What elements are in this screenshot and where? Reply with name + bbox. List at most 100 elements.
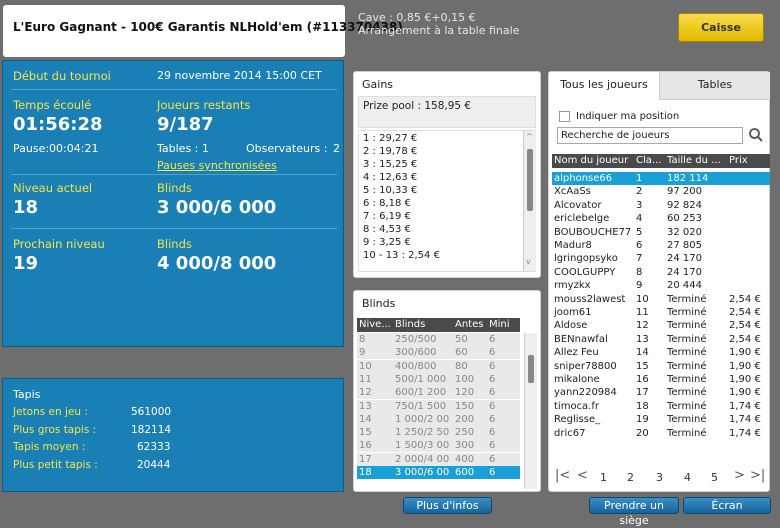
prize-row: 3 : 15,25 € [363, 159, 418, 170]
blinds-header: Nive... Blinds Antes Mini [357, 318, 520, 332]
page-5[interactable]: 5 [711, 471, 718, 484]
player-row[interactable]: BENnawfal 13 Terminé 2,54 € [552, 333, 770, 346]
prize-row: 9 : 3,25 € [363, 237, 411, 248]
cashier-button[interactable]: Caisse [678, 13, 764, 42]
blinds-row[interactable]: 13 750/1 500 150 6 [357, 399, 520, 413]
col-rank[interactable]: Cla... [636, 154, 661, 168]
col-blinds[interactable]: Blinds [395, 318, 425, 332]
prizes-scrollbar[interactable]: ^ v [523, 131, 536, 271]
elapsed-label: Temps écoulé [13, 98, 92, 112]
blinds-row[interactable]: 15 1 250/2 50 250 6 [357, 426, 520, 440]
blinds-row[interactable]: 12 600/1 200 120 6 [357, 386, 520, 400]
pause-label: Pause:00:04:21 [13, 142, 99, 155]
prize-pool: Prize pool : 158,95 € [363, 100, 472, 112]
take-seat-button[interactable]: Prendre un siège [589, 497, 679, 527]
player-cell: 16 [636, 374, 649, 385]
page-1[interactable]: 1 [600, 471, 607, 484]
screen-button[interactable]: Écran [683, 497, 771, 514]
player-row[interactable]: lgringopsyko 7 24 170 [552, 252, 770, 265]
blinds-row[interactable]: 11 500/1 000 100 6 [357, 372, 520, 386]
player-cell: 20 [636, 427, 649, 439]
first-page-button[interactable]: |< [555, 468, 570, 483]
stacks-panel: Tapis Jetons en jeu : 561000 Plus gros t… [2, 378, 344, 492]
stack-value: 182114 [131, 424, 172, 436]
player-cell: 20 444 [667, 280, 702, 292]
scroll-down-icon[interactable]: v [526, 257, 531, 266]
blinds-row[interactable]: 14 1 000/2 00 200 6 [357, 412, 520, 426]
player-row[interactable]: yann220984 17 Terminé 1,90 € [552, 386, 770, 399]
player-row[interactable]: BOUBOUCHE77 5 32 020 [552, 226, 770, 239]
blinds-cell: 600/1 200 [395, 387, 447, 399]
player-row[interactable]: timoca.fr 18 Terminé 1,74 € [552, 400, 770, 413]
player-row[interactable]: mouss2lawest 10 Terminé 2,54 € [552, 293, 770, 306]
player-cell: 27 805 [667, 240, 702, 251]
stack-label: Plus gros tapis : [13, 424, 97, 436]
player-cell: Aldose [554, 320, 588, 332]
player-row[interactable]: rmyzkx 9 20 444 [552, 279, 770, 292]
player-row[interactable]: joom61 11 Terminé 2,54 € [552, 306, 770, 319]
player-row[interactable]: sniper78800 15 Terminé 1,90 € [552, 360, 770, 373]
page-4[interactable]: 4 [684, 471, 691, 484]
player-row[interactable]: dric67 20 Terminé 1,74 € [552, 427, 770, 440]
prizes-list[interactable]: 1 : 29,27 € 2 : 19,78 € 3 : 15,25 € 4 : … [358, 130, 536, 272]
show-position-checkbox[interactable] [559, 111, 570, 122]
blinds-row[interactable]: 8 250/500 50 6 [357, 333, 520, 346]
page-2[interactable]: 2 [627, 471, 634, 484]
buyin-line: Cave : 0,85 €+0,15 € [358, 11, 476, 24]
sync-pause-link[interactable]: Pauses synchronisées [157, 159, 277, 172]
blinds-cell: 600 [455, 467, 475, 478]
player-row[interactable]: Aldose 12 Terminé 2,54 € [552, 319, 770, 332]
player-row[interactable]: Madur8 6 27 805 [552, 239, 770, 252]
player-cell: 1,74 € [729, 427, 761, 439]
scroll-thumb[interactable] [528, 355, 534, 383]
last-page-button[interactable]: >| [750, 468, 765, 483]
tab-tables[interactable]: Tables [660, 72, 770, 100]
more-info-button[interactable]: Plus d'infos [403, 497, 492, 514]
prize-pool-box: Prize pool : 158,95 € [358, 96, 536, 128]
player-cell: Terminé [667, 427, 707, 439]
player-row[interactable]: Reglisse_ 19 Terminé 1,74 € [552, 413, 770, 426]
blinds-row[interactable]: 9 300/600 60 6 [357, 346, 520, 360]
blinds-row[interactable]: 16 1 500/3 00 300 6 [357, 439, 520, 453]
tab-all-players[interactable]: Tous les joueurs [549, 72, 660, 100]
player-cell: Terminé [667, 333, 707, 345]
blinds-row[interactable]: 10 400/800 80 6 [357, 359, 520, 373]
player-cell: 92 824 [667, 199, 702, 211]
blinds-row[interactable]: 17 2 000/4 00 400 6 [357, 452, 520, 466]
player-row[interactable]: XcAaSs 2 97 200 [552, 185, 770, 198]
player-row[interactable]: alphonse66 1 182 114 [552, 172, 770, 185]
player-cell: 17 [636, 387, 649, 399]
next-page-button[interactable]: > [734, 468, 745, 483]
scroll-thumb[interactable] [527, 149, 533, 211]
player-row[interactable]: COOLGUPPY 8 24 170 [552, 266, 770, 279]
col-antes[interactable]: Antes [455, 318, 483, 332]
player-cell: 4 [636, 213, 643, 225]
player-row[interactable]: Alcovator 3 92 824 [552, 199, 770, 212]
player-row[interactable]: Allez Feu 14 Terminé 1,90 € [552, 346, 770, 359]
player-row[interactable]: mikalone 16 Terminé 1,90 € [552, 373, 770, 386]
page-3[interactable]: 3 [656, 471, 663, 484]
player-cell: 15 [636, 360, 649, 372]
player-cell: timoca.fr [554, 400, 599, 412]
player-search-input[interactable]: Recherche de joueurs [557, 127, 743, 144]
player-cell: Reglisse_ [554, 414, 601, 426]
col-stack[interactable]: Taille du ... [667, 154, 721, 168]
player-cell: 12 [636, 320, 649, 332]
col-level[interactable]: Nive... [359, 318, 391, 332]
stacks-title: Tapis [13, 388, 41, 401]
col-prize[interactable]: Prix [729, 154, 748, 168]
col-mini[interactable]: Mini [489, 318, 510, 332]
blinds-scrollbar[interactable] [524, 333, 537, 489]
next-blinds-label: Blinds [157, 237, 192, 251]
blinds-cell: 300/600 [395, 347, 437, 359]
col-player-name[interactable]: Nom du joueur [554, 154, 628, 168]
blinds-row[interactable]: 18 3 000/6 00 600 6 [357, 466, 520, 479]
prev-page-button[interactable]: < [577, 468, 588, 483]
blinds-panel: Blinds Nive... Blinds Antes Mini 8 250/50… [353, 290, 541, 492]
search-icon[interactable] [748, 127, 764, 143]
player-row[interactable]: ericlebelge 4 60 253 [552, 212, 770, 225]
scroll-up-icon[interactable]: ^ [526, 132, 533, 141]
player-cell: Allez Feu [554, 347, 599, 359]
player-cell: 2,54 € [729, 333, 761, 345]
player-cell: BOUBOUCHE77 [554, 226, 632, 238]
